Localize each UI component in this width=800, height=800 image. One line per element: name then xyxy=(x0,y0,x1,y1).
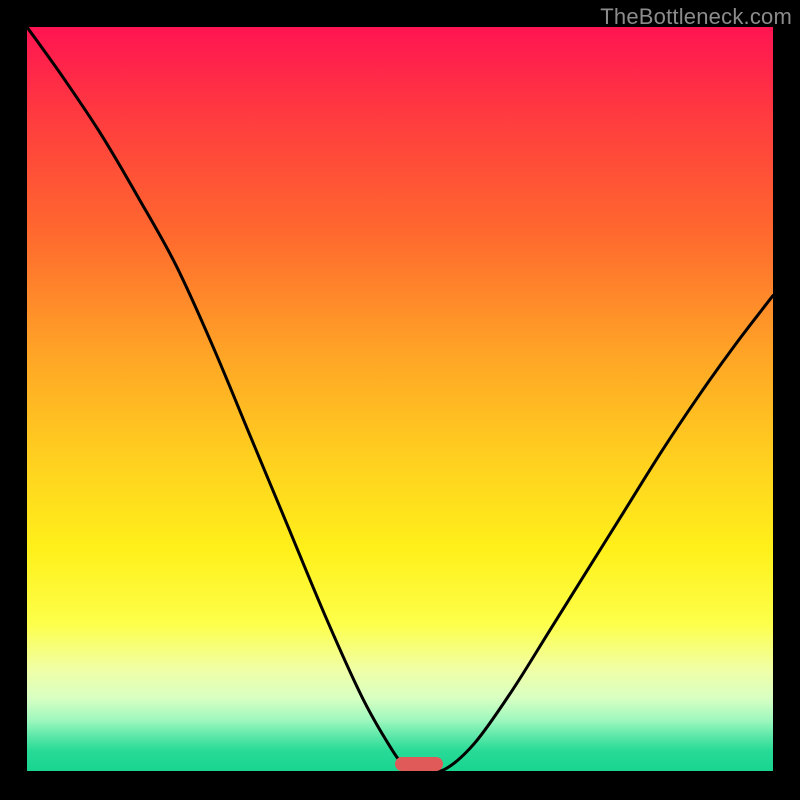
bottleneck-curve xyxy=(27,27,773,773)
optimal-marker xyxy=(395,757,443,771)
watermark-text: TheBottleneck.com xyxy=(600,4,792,30)
x-axis-baseline xyxy=(27,771,773,773)
chart-frame xyxy=(27,27,773,773)
